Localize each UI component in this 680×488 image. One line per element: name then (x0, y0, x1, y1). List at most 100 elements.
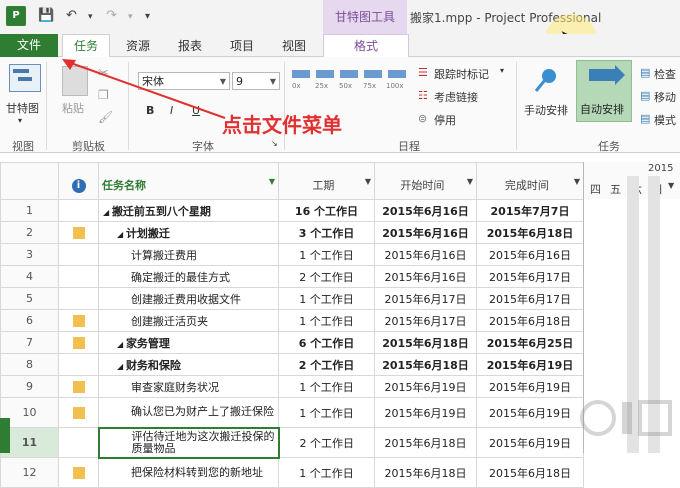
table-row[interactable]: 3 计算搬迁费用 1 个工作日 2015年6月16日 2015年6月16日 (0, 243, 584, 266)
collapse-triangle-icon[interactable]: ◢ (103, 208, 112, 217)
finish-cell[interactable]: 2015年6月19日 (476, 375, 584, 398)
finish-cell[interactable]: 2015年6月19日 (476, 397, 584, 428)
task-name-cell[interactable]: 审查家庭财务状况 (98, 375, 279, 398)
customize-toolbar-icon[interactable]: ▾ (145, 11, 150, 22)
duration-cell[interactable]: 3 个工作日 (278, 221, 375, 244)
respect-links-button[interactable]: 考虑链接 (434, 89, 478, 105)
task-name-cell[interactable]: 确认您已为财产上了搬迁保险 (98, 397, 279, 428)
tab-task[interactable]: 任务 (62, 34, 110, 57)
task-name-cell[interactable]: ◢ 财务和保险 (98, 353, 279, 376)
respect-links-icon[interactable]: ☷ (418, 89, 428, 102)
indicator-cell[interactable] (58, 375, 99, 398)
auto-schedule-button[interactable]: 自动安排 (576, 60, 632, 122)
start-cell[interactable]: 2015年6月18日 (374, 457, 477, 488)
save-icon[interactable]: 💾 (38, 8, 54, 23)
row-number[interactable]: 7 (0, 331, 59, 354)
task-name-cell[interactable]: ◢ 计划搬迁 (98, 221, 279, 244)
percent-25-button[interactable]: 25x (315, 82, 328, 90)
percent-100-button[interactable]: 100x (386, 82, 404, 90)
select-all-corner[interactable] (0, 162, 59, 200)
column-header-task-name[interactable]: 任务名称 ▼ (98, 162, 279, 200)
font-size-select[interactable]: 9 ▼ (232, 72, 280, 90)
collapse-triangle-icon[interactable]: ◢ (117, 230, 126, 239)
chevron-down-icon[interactable]: ▾ (500, 66, 504, 75)
duration-cell[interactable]: 1 个工作日 (278, 457, 375, 488)
finish-cell[interactable]: 2015年6月25日 (476, 331, 584, 354)
tab-resource[interactable]: 资源 (126, 37, 150, 54)
start-cell[interactable]: 2015年6月18日 (374, 353, 477, 376)
start-cell[interactable]: 2015年6月16日 (374, 221, 477, 244)
project-app-icon[interactable]: P (6, 6, 26, 26)
row-number[interactable]: 3 (0, 243, 59, 266)
finish-cell[interactable]: 2015年6月17日 (476, 287, 584, 310)
finish-cell[interactable]: 2015年6月18日 (476, 309, 584, 332)
inactivate-button[interactable]: 停用 (434, 112, 456, 128)
finish-cell[interactable]: 2015年6月17日 (476, 265, 584, 288)
task-name-cell[interactable]: 创建搬迁活页夹 (98, 309, 279, 332)
mode-button[interactable]: 模式 (654, 112, 676, 128)
indicator-cell[interactable] (58, 221, 99, 244)
row-number[interactable]: 2 (0, 221, 59, 244)
percent-0-button[interactable]: 0x (292, 82, 301, 90)
undo-dropdown-icon[interactable]: ▾ (88, 12, 93, 22)
row-number[interactable]: 8 (0, 353, 59, 376)
finish-cell[interactable]: 2015年6月19日 (476, 353, 584, 376)
move-button[interactable]: 移动 (654, 89, 676, 105)
start-cell[interactable]: 2015年6月18日 (374, 427, 477, 458)
start-cell[interactable]: 2015年6月19日 (374, 375, 477, 398)
start-cell[interactable]: 2015年6月19日 (374, 397, 477, 428)
tab-file[interactable]: 文件 (0, 34, 58, 57)
table-row[interactable]: 11 评估待迁地为这次搬迁投保的质量物品 2 个工作日 2015年6月18日 2015年… (0, 426, 584, 459)
column-header-duration[interactable]: 工期 ▼ (278, 162, 375, 200)
duration-cell[interactable]: 2 个工作日 (278, 427, 375, 458)
finish-cell[interactable]: 2015年6月16日 (476, 243, 584, 266)
start-cell[interactable]: 2015年6月16日 (374, 243, 477, 266)
duration-cell[interactable]: 6 个工作日 (278, 331, 375, 354)
start-cell[interactable]: 2015年6月18日 (374, 331, 477, 354)
view-bar-label[interactable] (0, 418, 10, 453)
duration-cell[interactable]: 1 个工作日 (278, 243, 375, 266)
duration-cell[interactable]: 2 个工作日 (278, 265, 375, 288)
duration-cell[interactable]: 16 个工作日 (278, 199, 375, 222)
percent-50-button[interactable]: 50x (339, 82, 352, 90)
task-name-cell[interactable]: ◢ 搬迁前五到八个星期 (98, 199, 279, 222)
table-row[interactable]: 4 确定搬迁的最佳方式 2 个工作日 2015年6月16日 2015年6月17日 (0, 265, 584, 288)
tab-view[interactable]: 视图 (282, 37, 306, 54)
move-icon[interactable]: ▤ (640, 89, 650, 102)
start-cell[interactable]: 2015年6月16日 (374, 265, 477, 288)
row-number[interactable]: 6 (0, 309, 59, 332)
indicator-cell[interactable] (58, 427, 99, 458)
table-row[interactable]: 6 创建搬迁活页夹 1 个工作日 2015年6月17日 2015年6月18日 (0, 309, 584, 332)
row-number[interactable]: 9 (0, 375, 59, 398)
table-row[interactable]: 7 ◢ 家务管理 6 个工作日 2015年6月18日 2015年6月25日 (0, 331, 584, 354)
redo-dropdown-icon[interactable]: ▾ (128, 12, 133, 22)
indicator-cell[interactable] (58, 243, 99, 266)
column-header-start[interactable]: 开始时间 ▼ (374, 162, 477, 200)
table-row[interactable]: 8 ◢ 财务和保险 2 个工作日 2015年6月18日 2015年6月19日 (0, 353, 584, 376)
indicator-cell[interactable] (58, 457, 99, 488)
row-number[interactable]: 12 (0, 457, 59, 488)
row-number[interactable]: 4 (0, 265, 59, 288)
duration-cell[interactable]: 1 个工作日 (278, 375, 375, 398)
inspect-icon[interactable]: ▤ (640, 66, 650, 79)
collapse-triangle-icon[interactable]: ◢ (117, 340, 126, 349)
finish-cell[interactable]: 2015年6月18日 (476, 457, 584, 488)
undo-icon[interactable]: ↶ (66, 8, 77, 23)
row-number[interactable]: 1 (0, 199, 59, 222)
column-header-finish[interactable]: 完成时间 ▼ (476, 162, 584, 200)
duration-cell[interactable]: 1 个工作日 (278, 397, 375, 428)
indicators-column-header[interactable]: i (58, 162, 99, 200)
table-row[interactable]: 10 确认您已为财产上了搬迁保险 1 个工作日 2015年6月19日 2015年6月19… (0, 397, 584, 428)
percent-75-button[interactable]: 75x (363, 82, 376, 90)
gantt-chart-icon[interactable] (9, 64, 41, 92)
table-row[interactable]: 9 审查家庭财务状况 1 个工作日 2015年6月19日 2015年6月19日 (0, 375, 584, 398)
table-row[interactable]: 2 ◢ 计划搬迁 3 个工作日 2015年6月16日 2015年6月18日 (0, 221, 584, 244)
task-name-cell[interactable]: 创建搬迁费用收据文件 (98, 287, 279, 310)
indicator-cell[interactable] (58, 397, 99, 428)
inactivate-icon[interactable]: ⊜ (418, 112, 427, 125)
indicator-cell[interactable] (58, 309, 99, 332)
mode-icon[interactable]: ▤ (640, 112, 650, 125)
tab-report[interactable]: 报表 (178, 37, 202, 54)
mark-on-track-icon[interactable]: ☰ (418, 66, 428, 79)
indicator-cell[interactable] (58, 199, 99, 222)
